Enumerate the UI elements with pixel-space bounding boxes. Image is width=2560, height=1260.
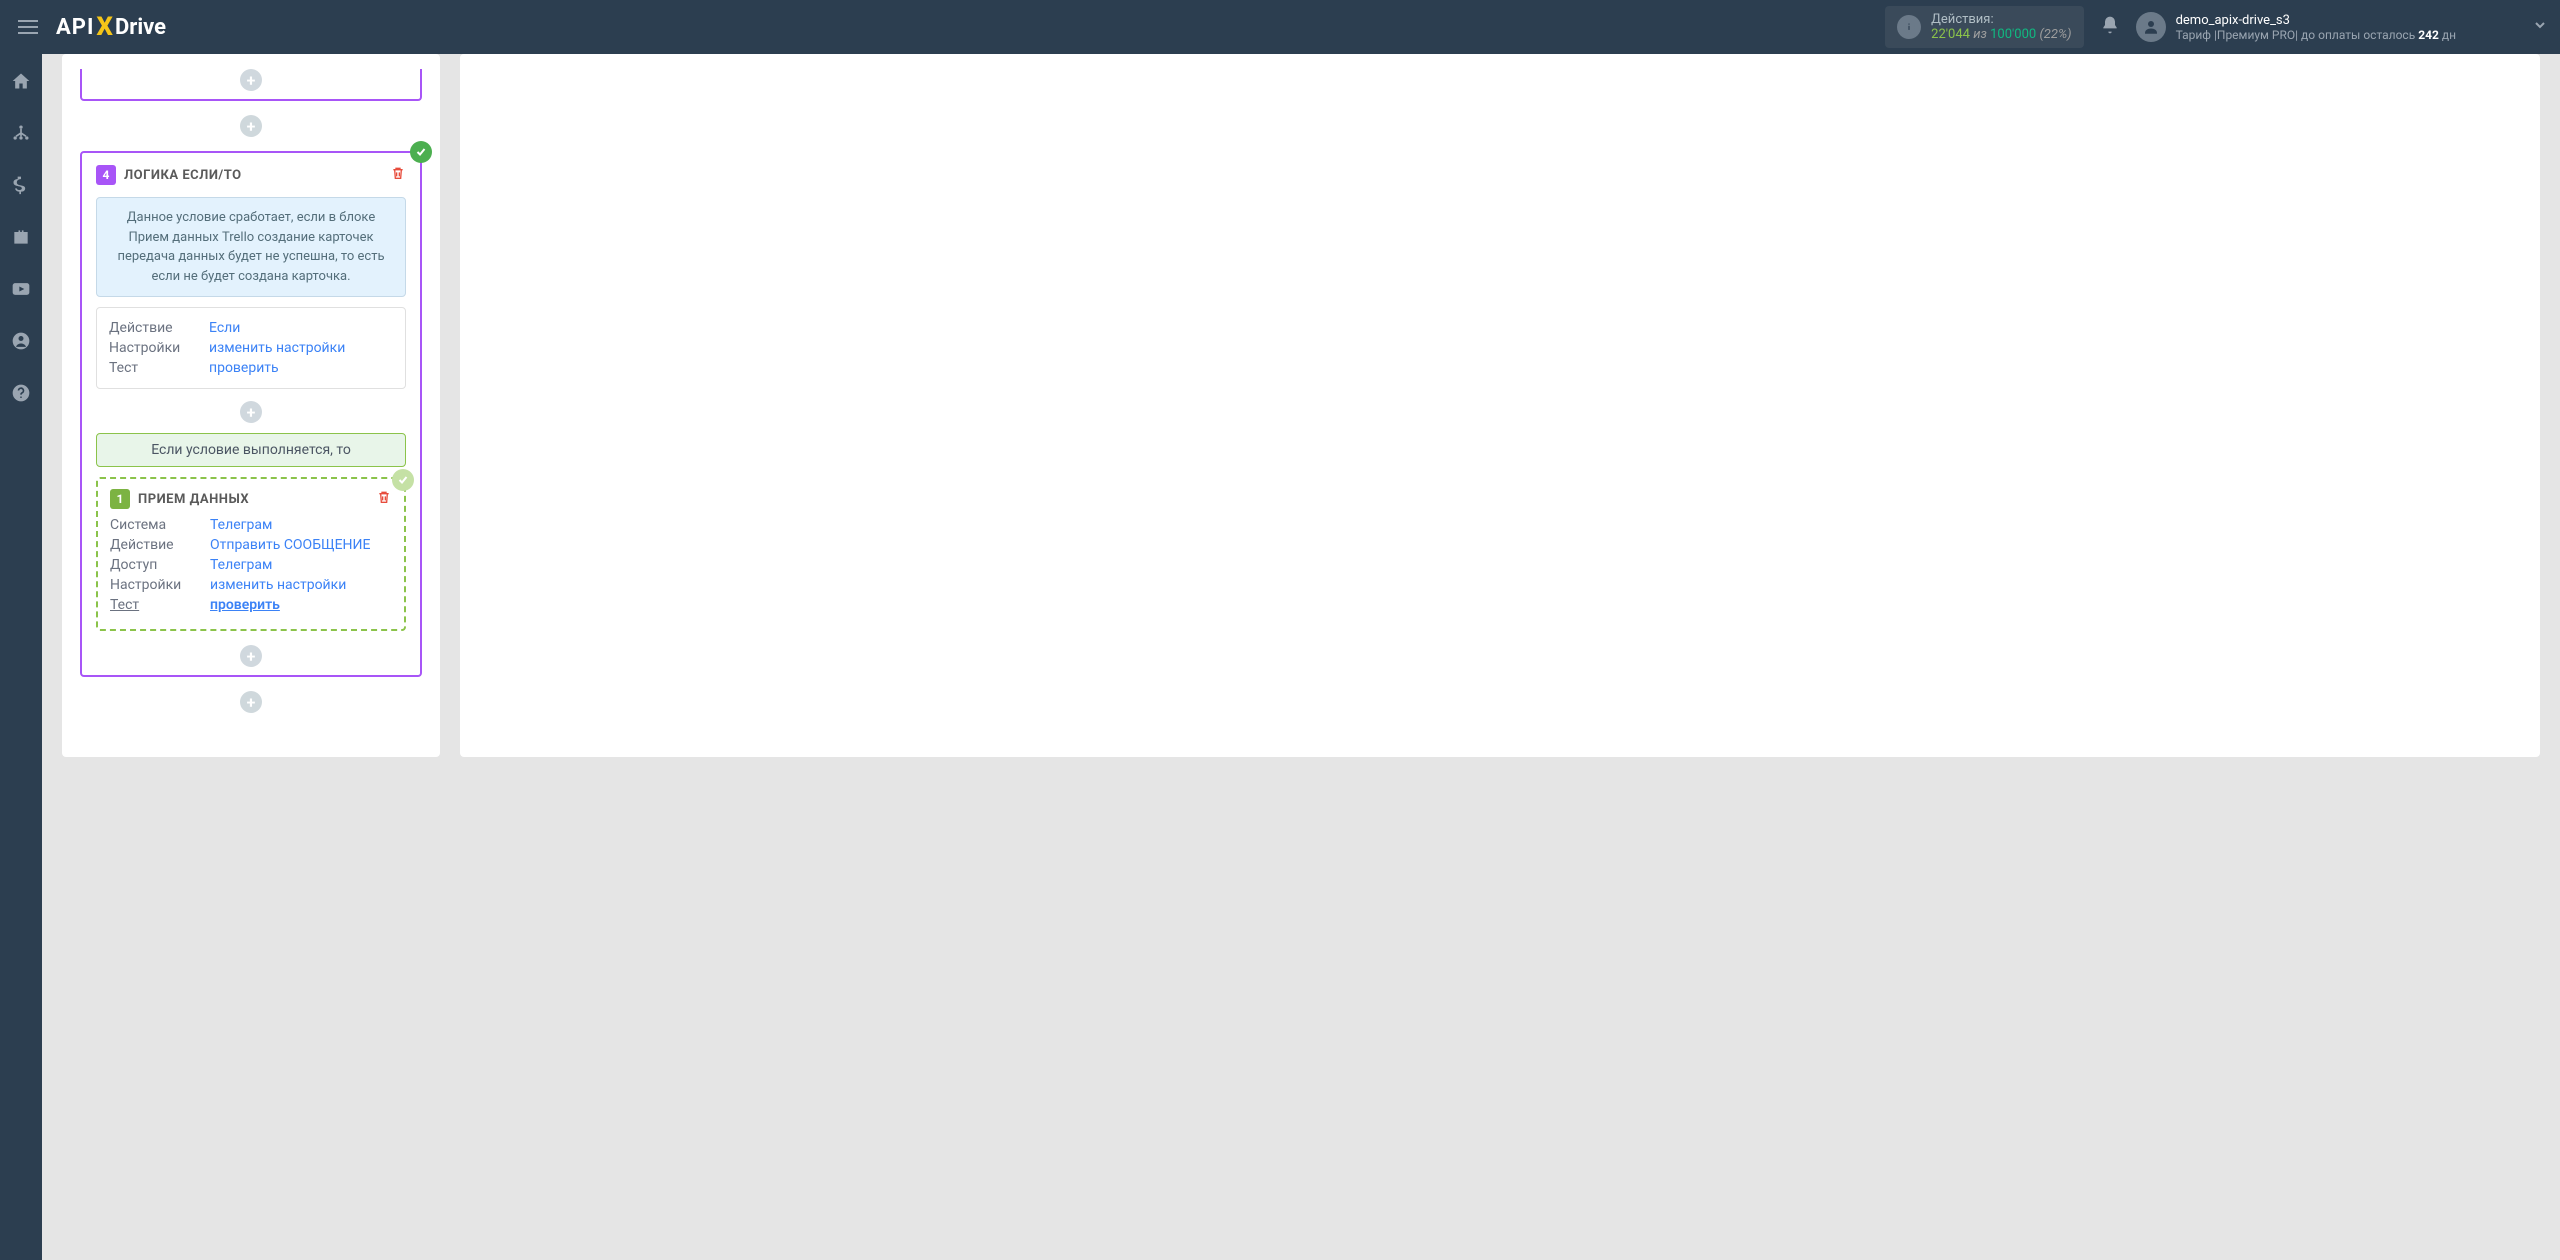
block-header-left: 1 ПРИЕМ ДАННЫХ [110,489,249,509]
block-info-text: Данное условие сработает, если в блоке П… [96,197,406,297]
block-number-badge: 1 [110,489,130,509]
block-purple-partial: + [80,69,422,101]
logo-text-1: API [56,15,94,40]
main-content: + + 4 ЛОГИКА ЕСЛИ/ТО Данное условие [42,54,2560,757]
prop-row-action: Действие Если [109,318,393,338]
sidebar-help-icon[interactable] [0,378,42,408]
prop-row-access: Доступ Телеграм [110,555,392,575]
add-inner-button[interactable]: + [240,69,262,91]
sidebar [0,54,42,1260]
actions-badge[interactable]: Действия: 22'044 из 100'000 (22%) [1885,6,2083,48]
header: API X Drive Действия: 22'044 из 100'000 … [0,0,2560,54]
prop-value-access[interactable]: Телеграм [210,557,272,573]
add-inner-button[interactable]: + [240,401,262,423]
prop-row-test: Тест проверить [110,595,392,615]
header-left: API X Drive [12,12,166,42]
user-avatar-icon [2136,12,2166,42]
actions-text: Действия: 22'044 из 100'000 (22%) [1931,12,2071,42]
block-receive-data: 1 ПРИЕМ ДАННЫХ Система Телеграм [96,477,406,631]
prop-value-settings[interactable]: изменить настройки [209,340,345,356]
prop-label: Тест [109,360,191,376]
condition-banner: Если условие выполняется, то [96,433,406,467]
check-badge-light-icon [392,469,414,491]
actions-label: Действия: [1931,12,2071,27]
prop-row-test: Тест проверить [109,358,393,378]
block-header-left: 4 ЛОГИКА ЕСЛИ/ТО [96,165,242,185]
block-header: 1 ПРИЕМ ДАННЫХ [98,479,404,515]
sidebar-home-icon[interactable] [0,66,42,96]
prop-row-system: Система Телеграм [110,515,392,535]
user-tariff: Тариф |Премиум PRO| до оплаты осталось 2… [2176,28,2456,42]
user-name: demo_apix-drive_s3 [2176,13,2456,28]
block-title: ПРИЕМ ДАННЫХ [138,492,249,507]
info-icon [1897,15,1921,39]
add-inner-button[interactable]: + [240,645,262,667]
prop-label: Настройки [110,577,192,593]
sidebar-briefcase-icon[interactable] [0,222,42,252]
block-props: Действие Если Настройки изменить настрой… [96,307,406,389]
block-number-badge: 4 [96,165,116,185]
logo-text-x: X [96,12,113,42]
block-props: Система Телеграм Действие Отправить СООБ… [98,515,404,615]
prop-row-action: Действие Отправить СООБЩЕНИЕ [110,535,392,555]
prop-label: Настройки [109,340,191,356]
header-right: Действия: 22'044 из 100'000 (22%) demo_a… [1885,6,2548,48]
prop-label: Тест [110,597,192,613]
prop-value-settings[interactable]: изменить настройки [210,577,346,593]
tariff-days: 242 [2418,28,2439,42]
tariff-prefix: Тариф |Премиум PRO| до оплаты осталось [2176,28,2419,42]
bell-icon[interactable] [2100,15,2120,39]
block-header: 4 ЛОГИКА ЕСЛИ/ТО [82,153,420,193]
sidebar-user-icon[interactable] [0,326,42,356]
prop-label: Система [110,517,192,533]
right-panel [460,54,2540,757]
chevron-down-icon[interactable] [2532,17,2548,37]
prop-value-action[interactable]: Отправить СООБЩЕНИЕ [210,537,370,553]
prop-value-test[interactable]: проверить [210,597,280,613]
trash-icon[interactable] [376,489,392,509]
prop-value-system[interactable]: Телеграм [210,517,272,533]
actions-of: из [1973,27,1987,42]
block-purple-logic: 4 ЛОГИКА ЕСЛИ/ТО Данное условие сработае… [80,151,422,677]
sidebar-youtube-icon[interactable] [0,274,42,304]
actions-count: 22'044 [1931,27,1970,42]
prop-label: Доступ [110,557,192,573]
block-title: ЛОГИКА ЕСЛИ/ТО [124,168,242,183]
actions-total: 100'000 [1990,27,2036,42]
add-block-button[interactable]: + [240,691,262,713]
logo-text-2: Drive [115,15,166,40]
prop-value-test[interactable]: проверить [209,360,279,376]
left-panel: + + 4 ЛОГИКА ЕСЛИ/ТО Данное условие [62,54,440,757]
hamburger-menu-icon[interactable] [12,14,44,40]
actions-numbers: 22'044 из 100'000 (22%) [1931,27,2071,42]
block-previous-partial: + [80,69,422,101]
block-logic: 4 ЛОГИКА ЕСЛИ/ТО Данное условие сработае… [80,151,422,677]
add-block-button[interactable]: + [240,115,262,137]
sidebar-connections-icon[interactable] [0,118,42,148]
prop-row-settings: Настройки изменить настройки [109,338,393,358]
trash-icon[interactable] [390,165,406,185]
prop-row-settings: Настройки изменить настройки [110,575,392,595]
actions-pct: (22%) [2039,27,2071,42]
check-badge-icon [410,141,432,163]
logo[interactable]: API X Drive [56,12,166,42]
tariff-suffix: дн [2439,28,2456,42]
user-text: demo_apix-drive_s3 Тариф |Премиум PRO| д… [2176,13,2456,42]
prop-label: Действие [110,537,192,553]
sidebar-dollar-icon[interactable] [0,170,42,200]
user-info[interactable]: demo_apix-drive_s3 Тариф |Премиум PRO| д… [2136,12,2456,42]
prop-label: Действие [109,320,191,336]
prop-value-action[interactable]: Если [209,320,240,336]
